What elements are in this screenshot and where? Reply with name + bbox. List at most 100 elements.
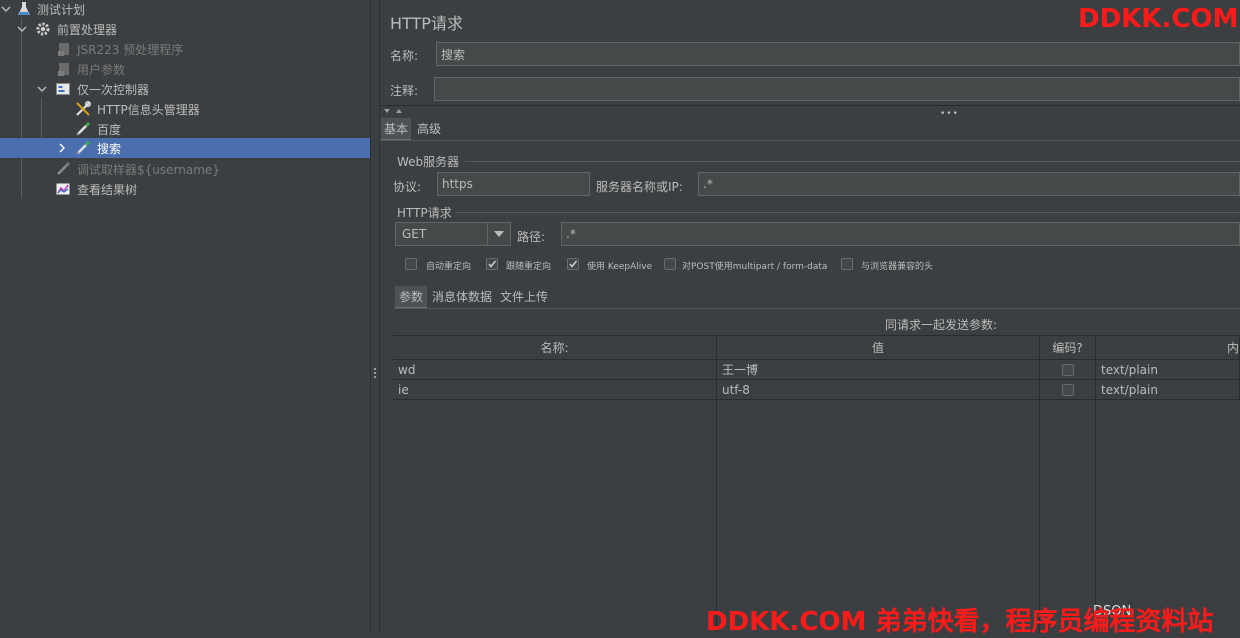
- pipette-icon: [57, 161, 71, 175]
- auto-redirect-checkbox[interactable]: [405, 258, 417, 270]
- table-cell-content-type[interactable]: text/plain: [1096, 360, 1240, 380]
- method-select-value: GET: [402, 227, 427, 241]
- splitter-grip-dot: [374, 372, 376, 374]
- controller-icon: [56, 83, 70, 95]
- chevron-down-icon[interactable]: [1, 4, 11, 14]
- tree-item-search[interactable]: 搜索: [0, 138, 370, 158]
- tree-item-debug-sampler[interactable]: 调试取样器${username}: [0, 159, 370, 179]
- tree-item-preprocessors[interactable]: 前置处理器: [0, 19, 370, 39]
- chevron-down-icon[interactable]: [17, 24, 27, 34]
- tree-item-user-parameters[interactable]: 用户参数: [0, 59, 370, 79]
- browser-compatible-headers-label: 与浏览器兼容的头: [861, 262, 934, 272]
- keepalive-label: 使用 KeepAlive: [587, 262, 653, 272]
- table-cell-encode: [1040, 360, 1096, 380]
- chevron-right-icon[interactable]: [57, 143, 67, 153]
- table-cell-name[interactable]: ie: [393, 380, 717, 400]
- splitter-grip-dot: [374, 376, 376, 378]
- column-header-content-type[interactable]: 内: [1096, 335, 1240, 360]
- test-plan-tree: 测试计划 前置处理器 JSR223 预处理程序 用户参数 仅一次控制器 HTTP…: [0, 0, 370, 633]
- panel-splitter[interactable]: [370, 0, 380, 633]
- browser-compatible-headers-checkbox[interactable]: [841, 258, 853, 270]
- comment-field[interactable]: [434, 77, 1240, 101]
- tree-item-baidu[interactable]: 百度: [0, 119, 370, 139]
- table-cell-value[interactable]: utf-8: [717, 380, 1040, 400]
- group-divider: [455, 212, 1240, 213]
- dropdown-arrow-icon[interactable]: [487, 223, 510, 245]
- script-icon: [58, 43, 69, 56]
- sub-tabs-divider: [393, 308, 1240, 309]
- tree-item-label: 用户参数: [77, 62, 126, 77]
- follow-redirect-label: 跟随重定向: [506, 262, 552, 272]
- tree-item-once-only-controller[interactable]: 仅一次控制器: [0, 79, 370, 99]
- tab-body-data[interactable]: 消息体数据: [429, 286, 495, 307]
- path-label: 路径:: [517, 230, 546, 244]
- tree-item-label: 查看结果树: [77, 182, 138, 197]
- tab-basic[interactable]: 基本: [381, 118, 412, 141]
- table-cell-value[interactable]: 王一博: [717, 360, 1040, 380]
- column-header-value[interactable]: 值: [717, 335, 1040, 360]
- params-title: 同请求一起发送参数:: [885, 318, 998, 332]
- follow-redirect-checkbox[interactable]: [486, 258, 498, 270]
- script-icon: [58, 63, 69, 76]
- tree-item-label: 测试计划: [37, 2, 86, 17]
- column-header-name[interactable]: 名称:: [393, 335, 717, 360]
- tree-item-test-plan[interactable]: 测试计划: [0, 0, 370, 19]
- encode-checkbox[interactable]: [1061, 363, 1074, 376]
- protocol-label: 协议:: [393, 180, 422, 194]
- tree-item-label: 搜索: [97, 141, 122, 156]
- tree-item-label: 仅一次控制器: [77, 82, 150, 97]
- collapse-bar[interactable]: •••: [380, 105, 1240, 119]
- group-divider: [465, 161, 1240, 162]
- chevron-down-icon[interactable]: [37, 84, 47, 94]
- panel-title: HTTP请求: [390, 14, 463, 33]
- tab-parameters[interactable]: 参数: [395, 286, 428, 309]
- comment-label: 注释:: [390, 84, 419, 98]
- column-divider: [1039, 360, 1040, 633]
- column-divider: [1095, 360, 1096, 633]
- splitter-grip-dot: [374, 368, 376, 370]
- checkmark-icon: [569, 260, 578, 268]
- drag-handle-icon[interactable]: •••: [940, 109, 959, 119]
- server-name-label: 服务器名称或IP:: [596, 180, 683, 194]
- web-server-group-label: Web服务器: [397, 155, 460, 169]
- method-select[interactable]: GET: [395, 222, 511, 246]
- http-request-group-label: HTTP请求: [397, 206, 452, 220]
- server-name-field-value: .*: [703, 177, 713, 191]
- collapse-arrows-icon[interactable]: [383, 108, 403, 116]
- path-field-value: .*: [566, 227, 576, 241]
- protocol-field[interactable]: https: [437, 172, 590, 196]
- table-cell-encode: [1040, 380, 1096, 400]
- tree-item-view-results-tree[interactable]: 查看结果树: [0, 179, 370, 199]
- multipart-checkbox[interactable]: [664, 258, 676, 270]
- server-name-field[interactable]: .*: [698, 172, 1240, 196]
- table-cell-name[interactable]: wd: [393, 360, 717, 380]
- tree-item-label: 调试取样器${username}: [77, 162, 220, 177]
- tree-item-jsr223-preprocessor[interactable]: JSR223 预处理程序: [0, 39, 370, 59]
- name-field-value: 搜索: [441, 47, 466, 62]
- tree-item-label: JSR223 预处理程序: [77, 42, 184, 57]
- chart-icon: [56, 183, 70, 195]
- pipette-icon: [76, 140, 91, 155]
- path-field[interactable]: .*: [561, 222, 1240, 246]
- watermark-bottom: DDKK.COM 弟弟快看，程序员编程资料站: [706, 607, 1214, 637]
- checkmark-icon: [488, 260, 497, 268]
- wrench-icon: [76, 101, 91, 116]
- tree-item-http-header-manager[interactable]: HTTP信息头管理器: [0, 99, 370, 119]
- tree-item-label: 前置处理器: [57, 22, 118, 37]
- table-cell-content-type[interactable]: text/plain: [1096, 380, 1240, 400]
- column-header-encode[interactable]: 编码?: [1040, 335, 1096, 360]
- tab-file-upload[interactable]: 文件上传: [497, 286, 551, 307]
- protocol-field-value: https: [442, 177, 473, 191]
- column-divider: [716, 360, 717, 633]
- tab-advanced[interactable]: 高级: [414, 118, 444, 139]
- name-field[interactable]: 搜索: [436, 42, 1240, 66]
- multipart-label: 对POST使用multipart / form-data: [682, 262, 828, 272]
- gear-icon: [36, 22, 50, 36]
- flask-icon: [18, 2, 30, 15]
- keepalive-checkbox[interactable]: [567, 258, 579, 270]
- tree-item-label: 百度: [97, 122, 122, 137]
- tabs-divider: [380, 140, 1240, 141]
- encode-checkbox[interactable]: [1061, 383, 1074, 396]
- auto-redirect-label: 自动重定向: [426, 262, 472, 272]
- tree-item-label: HTTP信息头管理器: [97, 102, 200, 117]
